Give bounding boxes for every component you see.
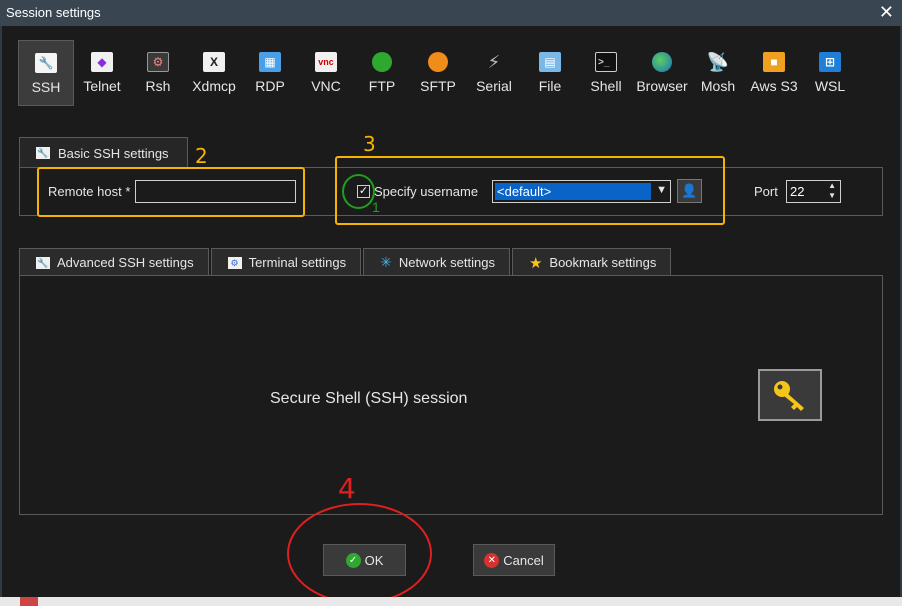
close-icon[interactable]: ✕: [879, 2, 894, 22]
cancel-label: Cancel: [503, 552, 544, 568]
protocol-telnet[interactable]: ◆ Telnet: [74, 40, 130, 106]
protocol-ssh[interactable]: 🔧 SSH: [18, 40, 74, 106]
aws-cubes-icon: ■: [762, 50, 786, 74]
browser-globe-icon: [650, 50, 674, 74]
protocol-mosh[interactable]: 📡 Mosh: [690, 40, 746, 106]
tab-advanced-ssh-settings[interactable]: 🔧 Advanced SSH settings: [19, 248, 209, 276]
settings-tabs: 🔧 Advanced SSH settings ⚙ Terminal setti…: [19, 248, 673, 276]
tab-network-settings[interactable]: ✳ Network settings: [363, 248, 510, 276]
protocol-file[interactable]: ▤ File: [522, 40, 578, 106]
protocol-vnc[interactable]: vnc VNC: [298, 40, 354, 106]
tab-label: Basic SSH settings: [58, 145, 169, 161]
file-monitor-icon: ▤: [538, 50, 562, 74]
tab-label: Bookmark settings: [549, 255, 657, 270]
tab-bookmark-settings[interactable]: ★ Bookmark settings: [511, 248, 672, 276]
mosh-satellite-icon: 📡: [706, 51, 730, 72]
telnet-icon: ◆: [90, 50, 114, 74]
serial-plug-icon: ⚡: [487, 51, 501, 72]
protocol-label: File: [538, 78, 562, 94]
background-window-strip: [0, 597, 902, 606]
rdp-icon: ▦: [258, 50, 282, 74]
port-spinner[interactable]: 22 ▲ ▼: [786, 180, 841, 203]
protocol-wsl[interactable]: ⊞ WSL: [802, 40, 858, 106]
window-border-left: [0, 26, 2, 606]
annotation-box-3: [335, 156, 725, 225]
xdmcp-icon: X: [202, 50, 226, 74]
network-icon: ✳: [380, 254, 392, 270]
tab-label: Network settings: [398, 255, 495, 270]
protocol-serial[interactable]: ⚡ Serial: [466, 40, 522, 106]
tab-label: Terminal settings: [248, 255, 347, 270]
port-value: 22: [790, 184, 805, 199]
annotation-number-3: 3: [363, 132, 376, 156]
rsh-icon: ⚙: [146, 50, 170, 74]
protocol-label: Telnet: [83, 78, 121, 94]
protocol-label: VNC: [311, 78, 341, 94]
tab-label: Advanced SSH settings: [57, 255, 194, 270]
star-icon: ★: [528, 254, 543, 272]
window-title: Session settings: [6, 5, 101, 20]
protocol-label: Xdmcp: [192, 78, 236, 94]
annotation-number-4: 4: [338, 472, 356, 505]
sftp-globe-icon: [426, 50, 450, 74]
protocol-shell[interactable]: >_ Shell: [578, 40, 634, 106]
protocol-browser[interactable]: Browser: [634, 40, 690, 106]
spinner-arrows-icon[interactable]: ▲ ▼: [828, 181, 836, 201]
protocol-label: SSH: [31, 79, 61, 95]
wrench-key-icon: 🔧: [34, 51, 58, 75]
ftp-globe-icon: [370, 50, 394, 74]
title-bar: Session settings ✕: [0, 0, 902, 26]
annotation-number-1: 1: [372, 199, 380, 215]
protocol-aws-s3[interactable]: ■ Aws S3: [746, 40, 802, 106]
protocol-label: WSL: [814, 78, 846, 94]
tab-terminal-settings[interactable]: ⚙ Terminal settings: [210, 248, 362, 276]
session-description: Secure Shell (SSH) session: [270, 390, 468, 407]
annotation-box-2: [37, 167, 305, 217]
protocol-label: RDP: [255, 78, 285, 94]
protocol-rsh[interactable]: ⚙ Rsh: [130, 40, 186, 106]
protocol-ftp[interactable]: FTP: [354, 40, 410, 106]
protocol-label: Mosh: [700, 78, 736, 94]
protocol-bar: 🔧 SSH ◆ Telnet ⚙ Rsh X Xdmcp ▦ RDP vnc V…: [18, 40, 858, 106]
wrench-icon: 🔧: [36, 256, 50, 269]
annotation-circle-1: [342, 174, 375, 209]
protocol-label: Rsh: [145, 78, 171, 94]
protocol-label: Browser: [636, 78, 688, 94]
cancel-button[interactable]: ✕ Cancel: [473, 544, 555, 576]
port-label: Port: [754, 184, 778, 199]
key-shape: [774, 381, 804, 411]
protocol-label: SFTP: [420, 78, 456, 94]
protocol-label: Shell: [590, 78, 622, 94]
terminal-icon: ⚙: [227, 256, 242, 269]
protocol-xdmcp[interactable]: X Xdmcp: [186, 40, 242, 106]
protocol-sftp[interactable]: SFTP: [410, 40, 466, 106]
protocol-label: Aws S3: [750, 78, 798, 94]
protocol-label: FTP: [368, 78, 396, 94]
annotation-circle-4: [287, 503, 432, 604]
protocol-rdp[interactable]: ▦ RDP: [242, 40, 298, 106]
annotation-number-2: 2: [195, 144, 208, 168]
key-icon: [758, 369, 822, 421]
wrench-icon: 🔧: [36, 147, 50, 159]
windows-icon: ⊞: [818, 50, 842, 74]
x-circle-icon: ✕: [484, 552, 500, 568]
shell-terminal-icon: >_: [594, 50, 618, 74]
vnc-icon: vnc: [314, 50, 338, 74]
protocol-label: Serial: [476, 78, 512, 94]
tab-basic-ssh-settings[interactable]: 🔧 Basic SSH settings: [19, 137, 188, 168]
